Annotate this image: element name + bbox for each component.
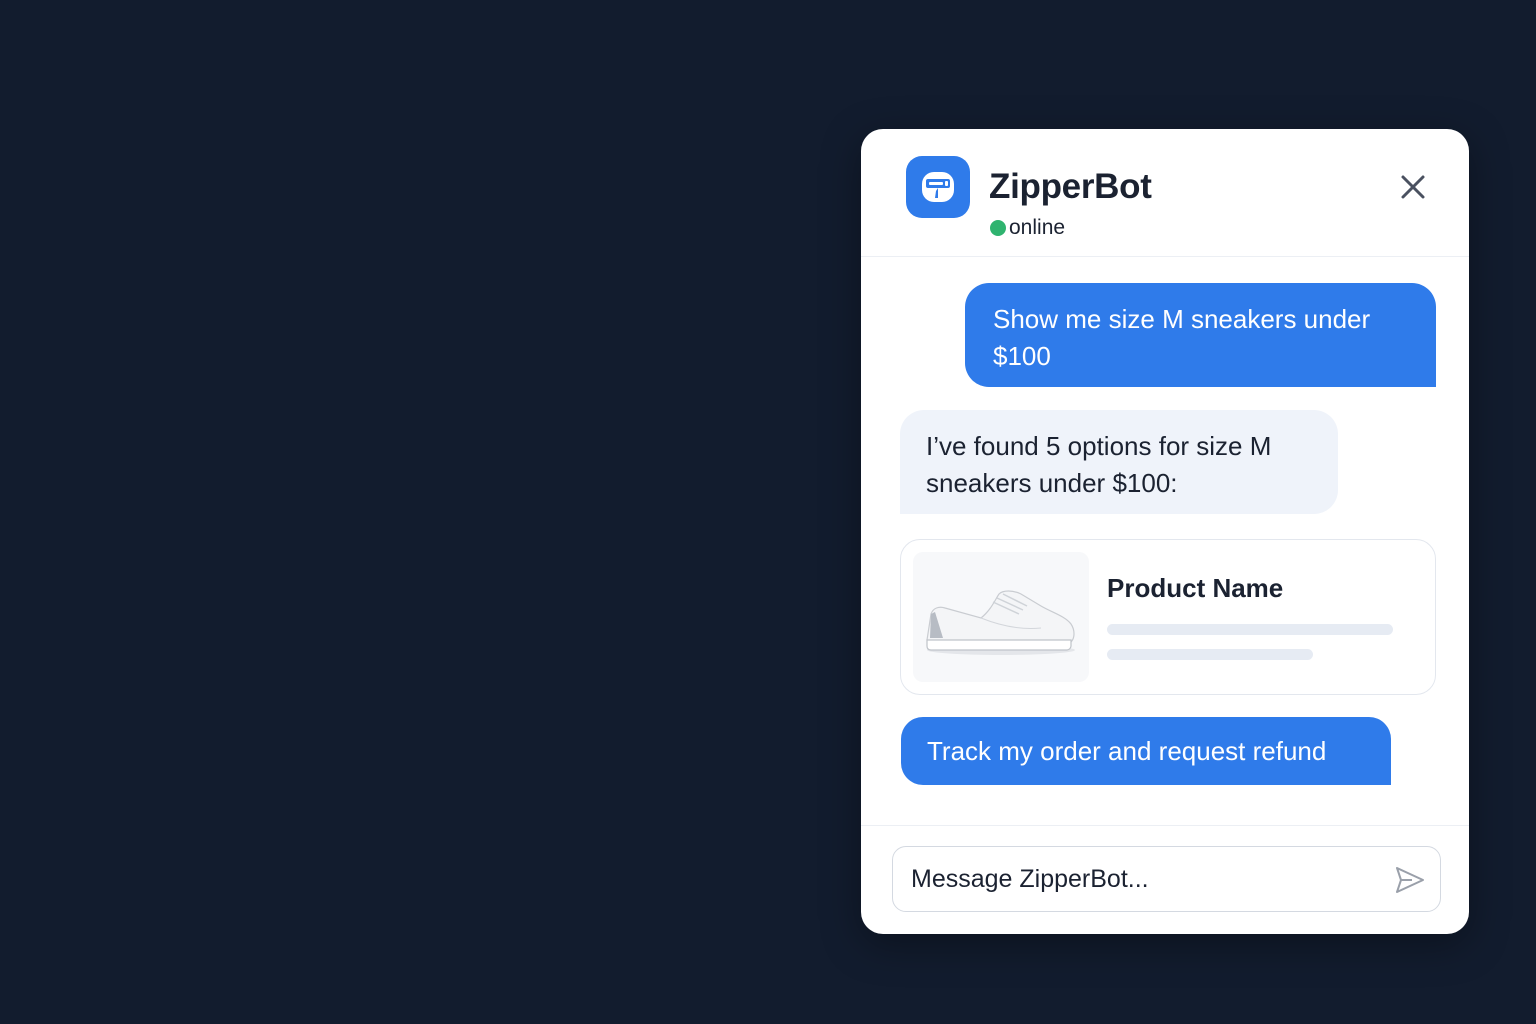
product-detail-placeholder <box>1107 624 1393 635</box>
close-icon <box>1401 175 1425 199</box>
bot-avatar <box>906 156 970 218</box>
message-input-box[interactable] <box>892 846 1441 912</box>
zipper-bot-icon <box>922 172 954 202</box>
product-price-placeholder <box>1107 649 1313 660</box>
sneaker-image <box>926 590 1075 655</box>
chat-window: ZipperBot online Show me size M sneakers… <box>861 129 1469 934</box>
bot-message: I’ve found 5 options for size M sneakers… <box>900 410 1338 514</box>
product-image <box>913 552 1089 682</box>
product-name: Product Name <box>1107 573 1284 603</box>
status-text: online <box>1009 216 1066 239</box>
bot-name: ZipperBot <box>989 167 1152 206</box>
close-button[interactable] <box>1395 169 1431 205</box>
composer <box>861 825 1469 934</box>
send-icon <box>1396 867 1424 893</box>
track-order-button[interactable]: Track my order and request refund <box>901 717 1391 785</box>
status-indicator <box>990 220 1006 236</box>
send-button[interactable] <box>1394 864 1426 896</box>
user-message: Show me size M sneakers under $100 <box>965 283 1436 387</box>
message-list[interactable]: Show me size M sneakers under $100 I’ve … <box>861 257 1469 825</box>
chat-header: ZipperBot online <box>861 129 1469 257</box>
product-card[interactable]: Product Name <box>900 539 1436 695</box>
message-input[interactable] <box>911 857 1371 901</box>
